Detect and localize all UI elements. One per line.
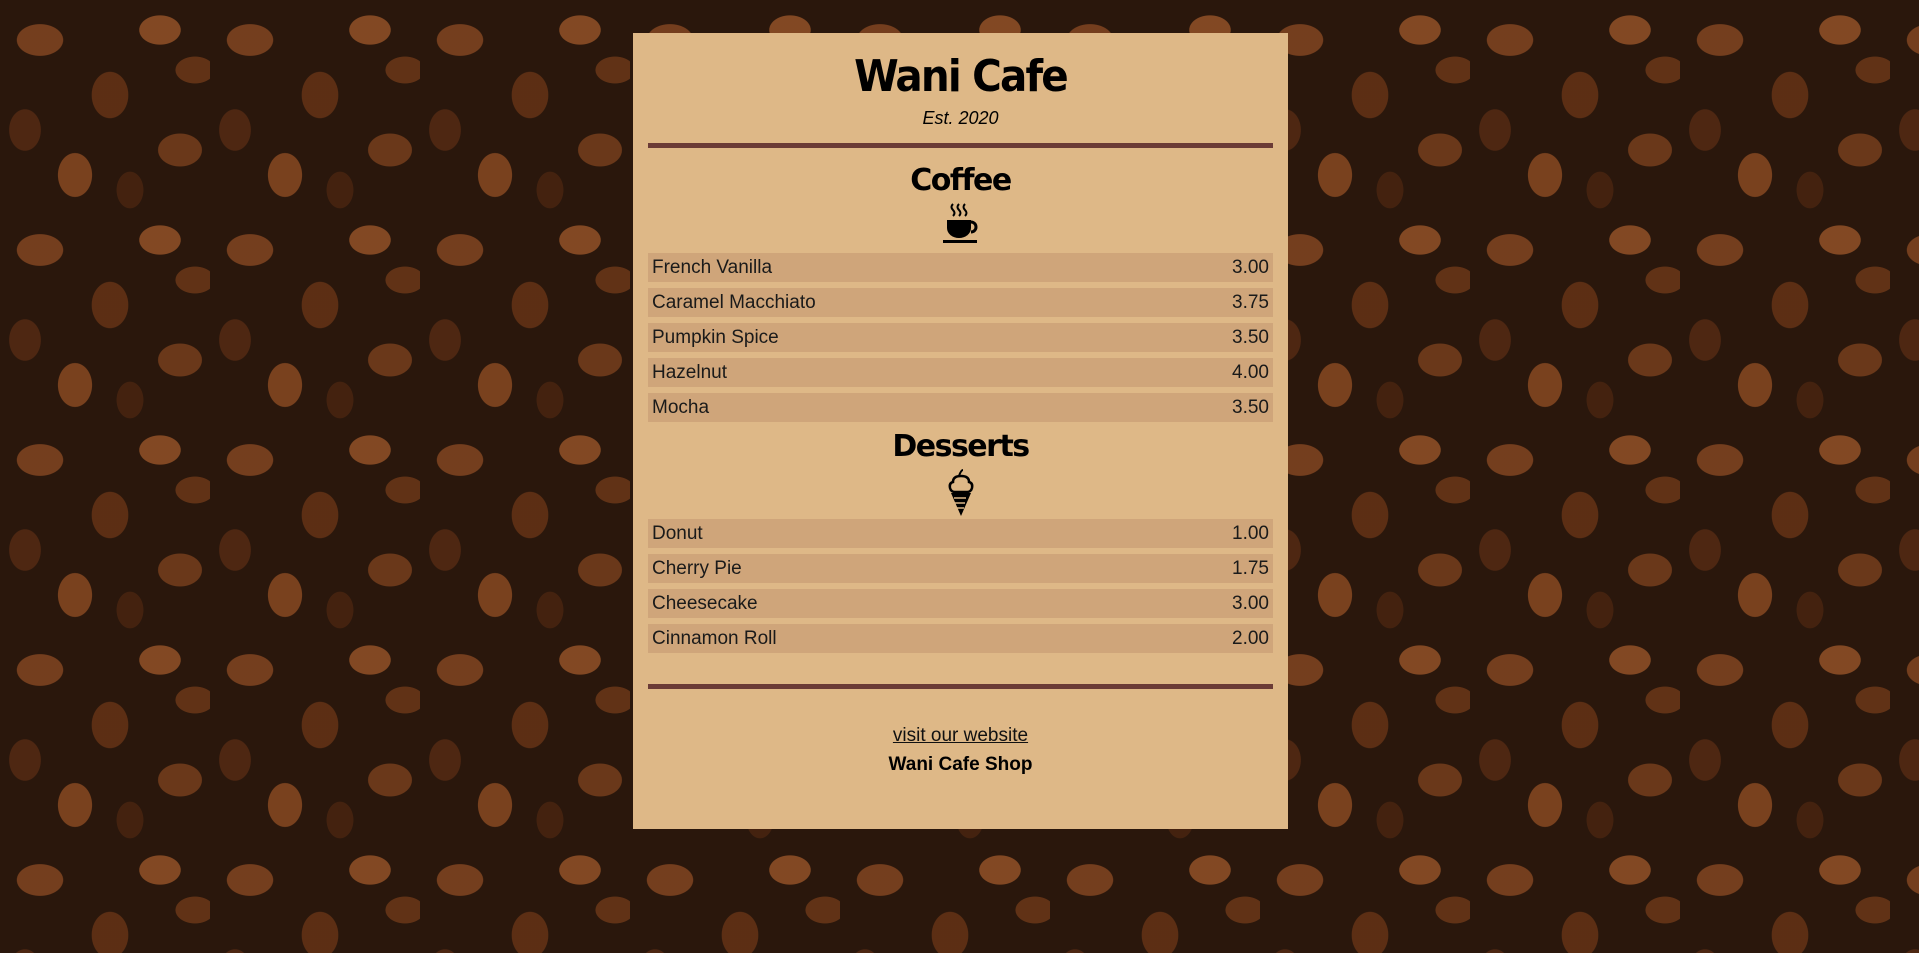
menu-item: Mocha 3.50: [648, 393, 1273, 422]
item-price: 3.50: [1232, 396, 1269, 418]
coffee-section: Coffee French Vanilla 3.00 Caramel Macch…: [648, 162, 1273, 422]
item-name: Pumpkin Spice: [652, 326, 779, 348]
coffee-section-title: Coffee: [910, 163, 1012, 198]
menu-item: French Vanilla 3.00: [648, 253, 1273, 282]
menu-item: Cherry Pie 1.75: [648, 554, 1273, 583]
item-price: 1.75: [1232, 557, 1269, 579]
shop-name: Wani Cafe Shop: [888, 754, 1033, 775]
item-name: Donut: [652, 522, 703, 544]
coffee-items: French Vanilla 3.00 Caramel Macchiato 3.…: [648, 253, 1273, 422]
item-name: French Vanilla: [652, 256, 773, 278]
item-price: 3.00: [1232, 256, 1269, 278]
established-year: Est. 2020: [922, 108, 999, 128]
menu-item: Cinnamon Roll 2.00: [648, 624, 1273, 653]
hot-coffee-cup-icon: [942, 203, 977, 243]
item-price: 2.00: [1232, 627, 1269, 649]
item-price: 1.00: [1232, 522, 1269, 544]
website-link[interactable]: visit our website: [893, 725, 1028, 746]
item-price: 3.00: [1232, 592, 1269, 614]
item-name: Hazelnut: [652, 361, 727, 383]
item-price: 4.00: [1232, 361, 1269, 383]
top-divider: [648, 143, 1273, 148]
item-name: Cheesecake: [652, 592, 758, 614]
item-name: Caramel Macchiato: [652, 291, 816, 313]
item-name: Mocha: [652, 396, 710, 418]
desserts-section-title: Desserts: [892, 429, 1030, 464]
bottom-divider: [648, 684, 1273, 689]
menu-item: Cheesecake 3.00: [648, 589, 1273, 618]
item-name: Cherry Pie: [652, 557, 742, 579]
item-name: Cinnamon Roll: [652, 627, 777, 649]
cafe-name: Wani Cafe: [854, 51, 1069, 102]
ice-cream-cone-icon: [948, 469, 973, 516]
desserts-section: Desserts Donut 1.00 Cherry Pie 1.75 Chee…: [648, 428, 1273, 653]
dessert-items: Donut 1.00 Cherry Pie 1.75 Cheesecake 3.…: [648, 519, 1273, 653]
menu-item: Pumpkin Spice 3.50: [648, 323, 1273, 352]
item-price: 3.50: [1232, 326, 1269, 348]
menu-item: Hazelnut 4.00: [648, 358, 1273, 387]
menu-item: Donut 1.00: [648, 519, 1273, 548]
menu-card: Wani Cafe Est. 2020 Coffee French Vanill…: [633, 33, 1288, 829]
menu-item: Caramel Macchiato 3.75: [648, 288, 1273, 317]
footer: visit our website Wani Cafe Shop: [648, 725, 1273, 776]
item-price: 3.75: [1232, 291, 1269, 313]
